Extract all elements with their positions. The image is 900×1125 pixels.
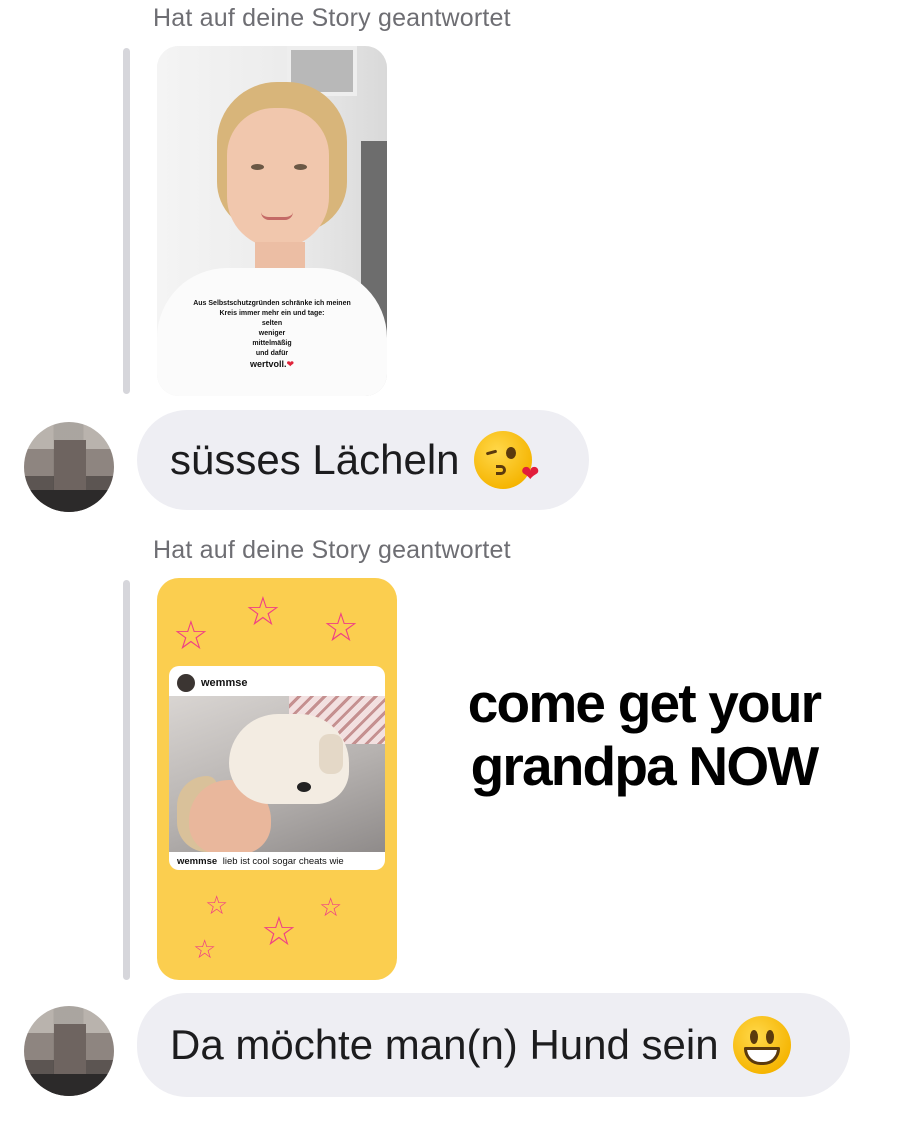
star-icon: ☆ bbox=[261, 910, 297, 954]
star-icon: ☆ bbox=[245, 590, 281, 634]
post-photo bbox=[169, 696, 385, 852]
meme-caption-line: grandpa NOW bbox=[470, 735, 820, 797]
caption-username: wemmse bbox=[177, 856, 218, 867]
meme-caption-line: come get your bbox=[467, 672, 822, 734]
face bbox=[227, 108, 329, 248]
post-avatar bbox=[177, 674, 195, 692]
overlay-word: wertvoll. bbox=[249, 359, 287, 369]
story-reply-label-2: Hat auf deine Story geantwortet bbox=[153, 536, 511, 564]
star-icon: ☆ bbox=[205, 890, 229, 920]
eye bbox=[294, 164, 307, 170]
avatar[interactable] bbox=[24, 422, 114, 512]
dog-nose bbox=[297, 782, 311, 792]
message-text: Da möchte man(n) Hund sein bbox=[170, 1021, 719, 1068]
mouth bbox=[261, 212, 293, 220]
story-preview-2[interactable]: ☆ ☆ ☆ ☆ ☆ ☆ ☆ wemmse wemmse lieb ist coo… bbox=[157, 578, 397, 980]
eye bbox=[251, 164, 264, 170]
post-caption: wemmse lieb ist cool sogar cheats wie bbox=[177, 856, 344, 867]
heart-icon: ❤ bbox=[286, 359, 295, 369]
quote-bar-2 bbox=[123, 580, 130, 980]
star-icon: ☆ bbox=[323, 606, 359, 650]
message-bubble[interactable]: süsses Lächeln ❤ bbox=[137, 410, 589, 510]
overlay-line: weniger bbox=[258, 330, 286, 337]
overlay-line-last: wertvoll.❤ bbox=[157, 359, 387, 369]
caption-text: lieb ist cool sogar cheats wie bbox=[222, 856, 344, 867]
message-text: süsses Lächeln bbox=[170, 436, 460, 483]
star-icon: ☆ bbox=[173, 614, 209, 658]
overlay-line: selten bbox=[261, 320, 283, 327]
avatar[interactable] bbox=[24, 1006, 114, 1096]
story-preview-1[interactable]: Aus Selbstschutzgründen schränke ich mei… bbox=[157, 46, 387, 396]
story-reply-label-1: Hat auf deine Story geantwortet bbox=[153, 4, 511, 32]
star-icon: ☆ bbox=[193, 934, 217, 964]
message-bubble[interactable]: Da möchte man(n) Hund sein bbox=[137, 993, 850, 1097]
quote-bar-1 bbox=[123, 48, 130, 394]
story-overlay-text: Aus Selbstschutzgründen schränke ich mei… bbox=[157, 299, 387, 369]
overlay-line: und dafür bbox=[255, 350, 289, 357]
meme-caption: come get your grandpa NOW bbox=[434, 672, 854, 798]
post-header: wemmse bbox=[177, 672, 247, 694]
overlay-line: mittelmäßig bbox=[252, 340, 292, 347]
kissing-face-with-heart-icon: ❤ bbox=[473, 431, 540, 489]
overlay-line: Aus Selbstschutzgründen schränke ich mei… bbox=[193, 300, 351, 307]
overlay-line: Kreis immer mehr ein und tage: bbox=[219, 310, 325, 317]
shared-post-card[interactable]: wemmse wemmse lieb ist cool sogar cheats… bbox=[169, 666, 385, 870]
dog-ear bbox=[319, 734, 343, 774]
grinning-face-icon bbox=[732, 1016, 791, 1074]
star-icon: ☆ bbox=[319, 892, 343, 922]
post-username: wemmse bbox=[201, 677, 248, 689]
